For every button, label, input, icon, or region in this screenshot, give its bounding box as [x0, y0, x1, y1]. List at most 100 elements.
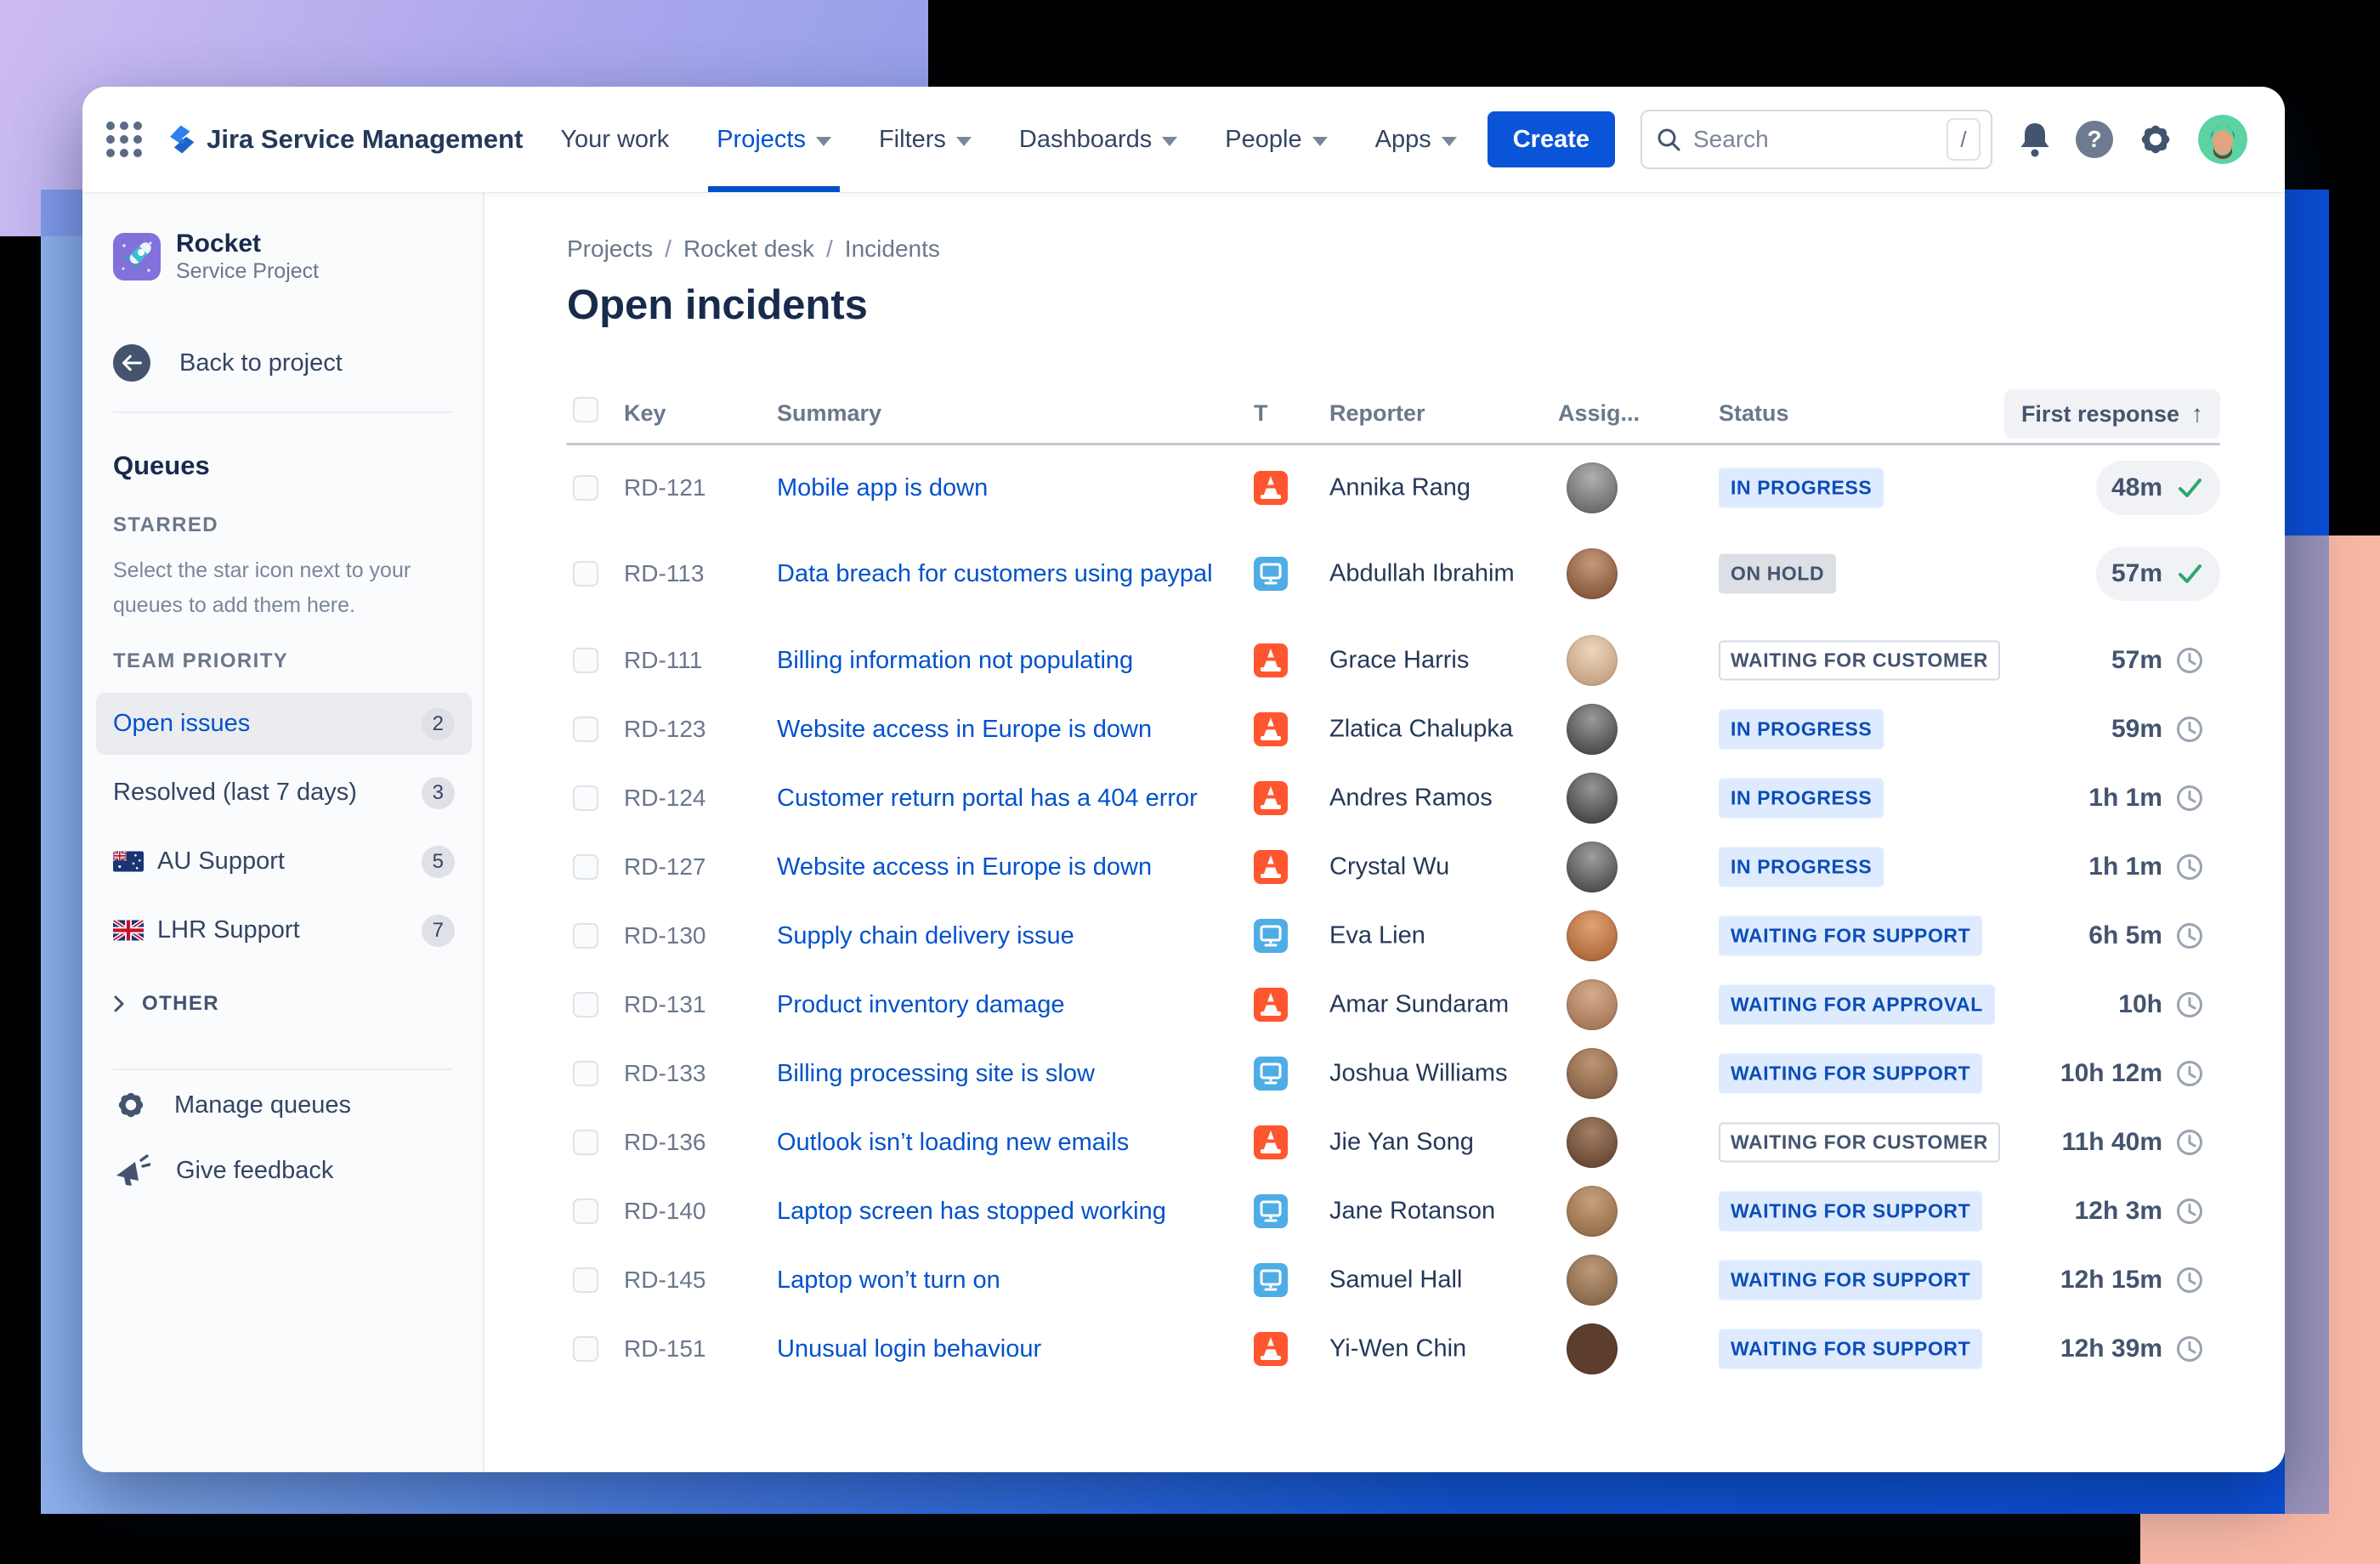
search-input[interactable]	[1692, 125, 1936, 154]
table-row[interactable]: RD-127 Website access in Europe is down …	[484, 832, 2285, 901]
column-header-first-response[interactable]: First response ↑	[2003, 389, 2220, 439]
breadcrumb-projects[interactable]: Projects	[567, 235, 653, 263]
nav-people[interactable]: People	[1225, 87, 1328, 192]
row-checkbox[interactable]	[573, 1129, 598, 1155]
row-checkbox[interactable]	[573, 922, 598, 949]
assignee-avatar[interactable]	[1567, 1323, 1618, 1374]
table-row[interactable]: RD-140 Laptop screen has stopped working…	[484, 1176, 2285, 1245]
notifications-bell-icon[interactable]	[2018, 121, 2052, 158]
issue-summary-link[interactable]: Laptop won’t turn on	[777, 1262, 1270, 1298]
first-response-cell: 59m	[2096, 702, 2220, 756]
sidebar-item-open-issues[interactable]: Open issues 2	[96, 693, 472, 755]
sidebar-item-lhr-support[interactable]: LHR Support 7	[96, 899, 472, 961]
nav-dashboards[interactable]: Dashboards	[1019, 87, 1178, 192]
create-button[interactable]: Create	[1487, 111, 1615, 167]
column-header-reporter[interactable]: Reporter	[1329, 400, 1425, 427]
row-checkbox[interactable]	[573, 1198, 598, 1224]
nav-projects[interactable]: Projects	[708, 87, 840, 192]
first-response-time: 1h 1m	[2088, 852, 2162, 881]
assignee-avatar[interactable]	[1567, 462, 1618, 513]
row-checkbox[interactable]	[573, 853, 598, 880]
issue-summary-link[interactable]: Customer return portal has a 404 error	[777, 780, 1270, 816]
breadcrumb-rocket-desk[interactable]: Rocket desk	[683, 235, 814, 263]
table-row[interactable]: RD-113 Data breach for customers using p…	[484, 522, 2285, 626]
assignee-avatar[interactable]	[1567, 910, 1618, 961]
user-avatar[interactable]	[2198, 115, 2247, 164]
nav-filters[interactable]: Filters	[879, 87, 972, 192]
row-checkbox[interactable]	[573, 785, 598, 811]
issue-key: RD-133	[624, 1059, 706, 1086]
row-checkbox[interactable]	[573, 1266, 598, 1293]
app-switcher-icon[interactable]	[106, 122, 142, 157]
issue-summary-link[interactable]: Product inventory damage	[777, 987, 1270, 1023]
table-row[interactable]: RD-111 Billing information not populatin…	[484, 626, 2285, 694]
assignee-avatar[interactable]	[1567, 1185, 1618, 1237]
select-all-checkbox[interactable]	[573, 397, 598, 422]
jira-logo-icon[interactable]	[164, 120, 195, 159]
back-to-project[interactable]: Back to project	[113, 344, 343, 382]
row-checkbox[interactable]	[573, 1335, 598, 1362]
search-box[interactable]: /	[1640, 110, 1992, 169]
service-request-monitor-icon	[1260, 1269, 1282, 1290]
assignee-avatar[interactable]	[1567, 703, 1618, 755]
sidebar-item-au-support[interactable]: AU Support 5	[96, 830, 472, 892]
row-checkbox[interactable]	[573, 991, 598, 1017]
issue-summary-link[interactable]: Billing information not populating	[777, 643, 1270, 678]
sidebar-item-other[interactable]: OTHER	[113, 992, 219, 1016]
issue-summary-link[interactable]: Billing processing site is slow	[777, 1056, 1270, 1091]
assignee-avatar[interactable]	[1567, 548, 1618, 599]
sidebar-item-resolved[interactable]: Resolved (last 7 days) 3	[96, 762, 472, 824]
give-feedback-button[interactable]: Give feedback	[113, 1153, 333, 1187]
table-row[interactable]: RD-133 Billing processing site is slow J…	[484, 1039, 2285, 1108]
table-row[interactable]: RD-130 Supply chain delivery issue Eva L…	[484, 901, 2285, 970]
help-icon[interactable]: ?	[2076, 121, 2113, 158]
column-header-type[interactable]: T	[1254, 400, 1268, 427]
sidebar: Rocket Service Project Back to project Q…	[82, 193, 484, 1472]
breadcrumb-incidents[interactable]: Incidents	[845, 235, 940, 263]
assignee-avatar[interactable]	[1567, 634, 1618, 686]
assignee-avatar[interactable]	[1567, 772, 1618, 824]
assignee-avatar[interactable]	[1567, 1116, 1618, 1168]
table-row[interactable]: RD-124 Customer return portal has a 404 …	[484, 763, 2285, 832]
first-response-cell: 6h 5m	[2073, 909, 2220, 963]
sla-met-check-icon	[2179, 478, 2202, 497]
column-header-summary[interactable]: Summary	[777, 400, 881, 427]
table-row[interactable]: RD-121 Mobile app is down Annika Rang IN…	[484, 453, 2285, 522]
issue-summary-link[interactable]: Supply chain delivery issue	[777, 918, 1270, 954]
column-header-assignee[interactable]: Assig...	[1558, 400, 1640, 427]
issue-summary-link[interactable]: Website access in Europe is down	[777, 711, 1270, 747]
row-checkbox[interactable]	[573, 716, 598, 742]
first-response-cell: 48m	[2095, 460, 2220, 515]
assignee-avatar[interactable]	[1567, 841, 1618, 892]
column-header-key[interactable]: Key	[624, 400, 666, 427]
manage-queues-button[interactable]: Manage queues	[113, 1087, 351, 1123]
issue-type-icon	[1254, 1331, 1288, 1366]
issue-summary-link[interactable]: Data breach for customers using paypal	[777, 556, 1270, 592]
assignee-avatar[interactable]	[1567, 1254, 1618, 1306]
issue-summary-link[interactable]: Unusual login behaviour	[777, 1331, 1270, 1367]
table-row[interactable]: RD-145 Laptop won’t turn on Samuel Hall …	[484, 1245, 2285, 1314]
first-response-cell: 12h 3m	[2060, 1184, 2220, 1238]
queue-count-badge: 3	[421, 776, 455, 809]
nav-apps[interactable]: Apps	[1375, 87, 1457, 192]
table-row[interactable]: RD-123 Website access in Europe is down …	[484, 694, 2285, 763]
issue-summary-link[interactable]: Website access in Europe is down	[777, 849, 1270, 885]
issue-summary-link[interactable]: Laptop screen has stopped working	[777, 1193, 1270, 1229]
assignee-avatar[interactable]	[1567, 978, 1618, 1030]
issue-summary-link[interactable]: Outlook isn’t loading new emails	[777, 1125, 1270, 1160]
issue-type-icon	[1254, 1262, 1288, 1297]
queue-label: Open issues	[113, 710, 251, 737]
table-row[interactable]: RD-151 Unusual login behaviour Yi-Wen Ch…	[484, 1314, 2285, 1383]
row-checkbox[interactable]	[573, 1060, 598, 1086]
settings-gear-icon[interactable]	[2137, 121, 2174, 158]
table-row[interactable]: RD-136 Outlook isn’t loading new emails …	[484, 1108, 2285, 1176]
nav-your-work[interactable]: Your work	[560, 87, 669, 192]
table-row[interactable]: RD-131 Product inventory damage Amar Sun…	[484, 970, 2285, 1039]
row-checkbox[interactable]	[573, 474, 598, 501]
column-header-status[interactable]: Status	[1719, 400, 1789, 427]
issue-key: RD-111	[624, 646, 703, 673]
issue-summary-link[interactable]: Mobile app is down	[777, 470, 1270, 506]
assignee-avatar[interactable]	[1567, 1047, 1618, 1099]
row-checkbox[interactable]	[573, 647, 598, 673]
row-checkbox[interactable]	[573, 561, 598, 586]
